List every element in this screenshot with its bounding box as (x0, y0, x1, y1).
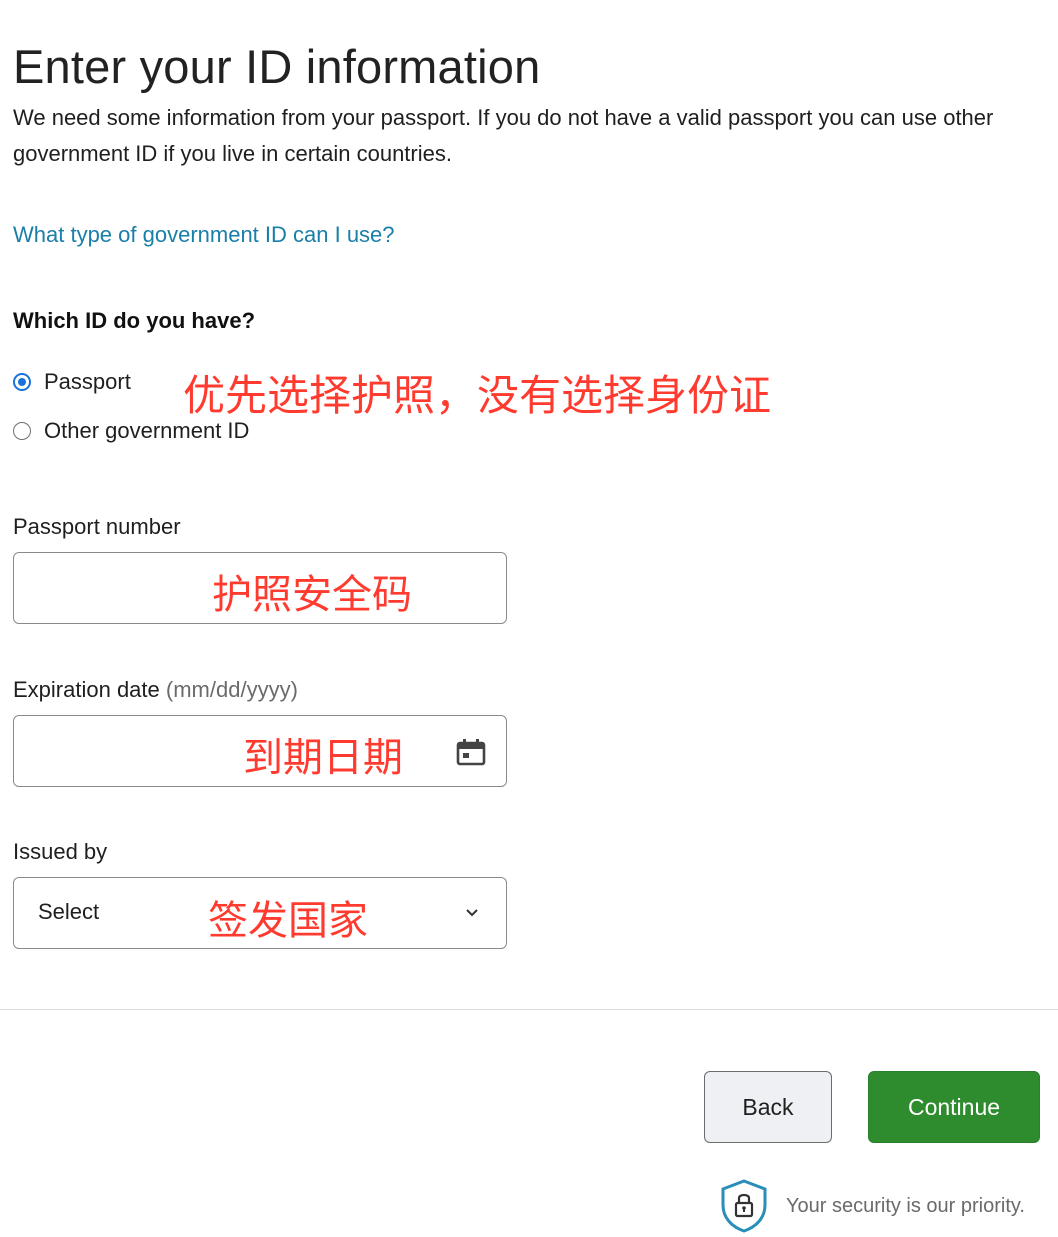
expiration-date-format-hint: (mm/dd/yyyy) (165, 677, 298, 702)
id-type-annotation: 优先选择护照，没有选择身份证 (183, 371, 772, 420)
radio-other-government-id-label: Other government ID (44, 418, 250, 443)
expiration-date-label-text: Expiration date (13, 677, 160, 702)
government-id-help-link[interactable]: What type of government ID can I use? (13, 222, 395, 248)
chevron-down-icon (466, 909, 478, 917)
expiration-date-input[interactable] (14, 716, 506, 786)
back-button[interactable]: Back (704, 1071, 832, 1143)
radio-passport[interactable] (13, 373, 31, 391)
continue-button[interactable]: Continue (868, 1071, 1040, 1143)
calendar-icon[interactable] (456, 738, 486, 766)
security-notice: Your security is our priority. (718, 1178, 1025, 1234)
footer-divider (0, 1009, 1058, 1010)
expiration-date-field[interactable] (13, 715, 507, 787)
expiration-date-label: Expiration date (mm/dd/yyyy) (13, 677, 298, 703)
radio-option-passport[interactable]: Passport (13, 369, 131, 395)
page-title: Enter your ID information (13, 40, 541, 94)
radio-other-government-id[interactable] (13, 422, 31, 440)
radio-option-other-government-id[interactable]: Other government ID (13, 418, 249, 444)
issued-by-label: Issued by (13, 839, 108, 864)
issued-by-selected-value: Select (38, 899, 100, 924)
passport-number-label: Passport number (13, 514, 181, 539)
intro-text: We need some information from your passp… (13, 105, 994, 166)
issued-by-select[interactable]: Select (13, 877, 507, 949)
id-type-question: Which ID do you have? (13, 308, 256, 333)
shield-lock-icon (721, 1179, 767, 1233)
passport-number-input[interactable] (14, 553, 506, 623)
passport-number-field[interactable] (13, 552, 507, 624)
radio-passport-label: Passport (44, 369, 131, 394)
security-text: Your security is our priority. (786, 1194, 1025, 1217)
